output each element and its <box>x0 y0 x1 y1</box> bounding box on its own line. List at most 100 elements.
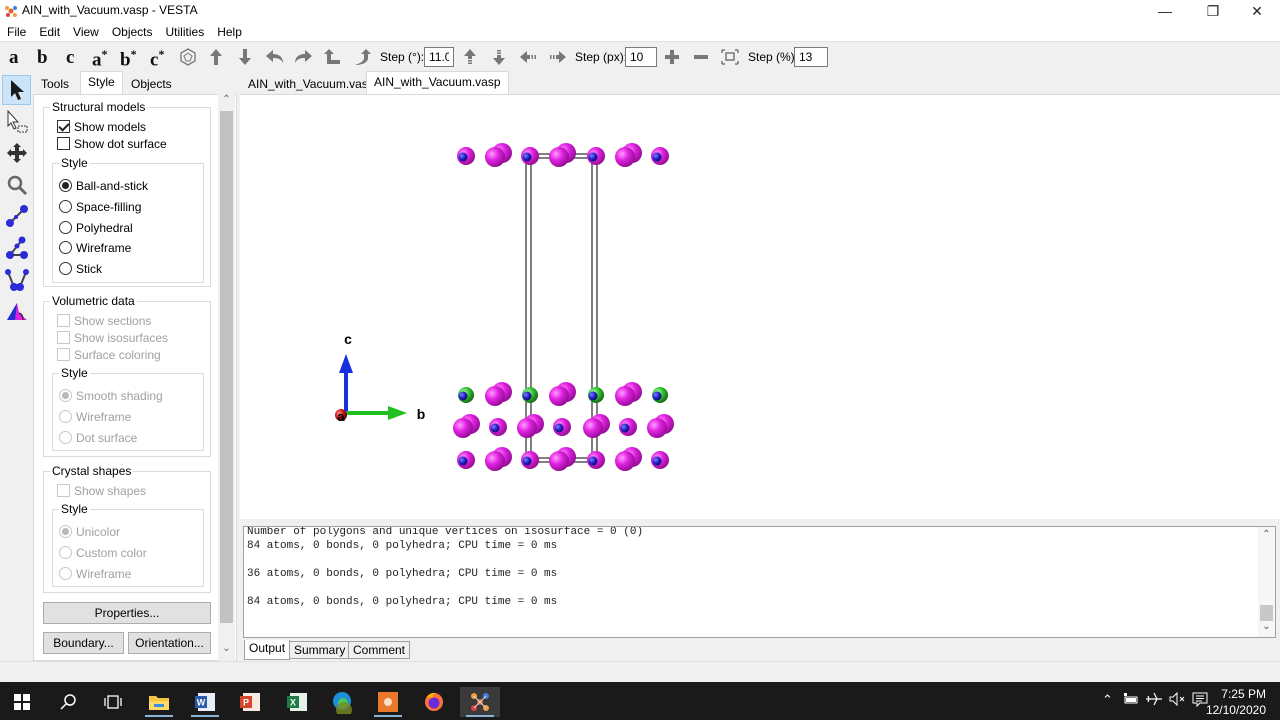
document-tab[interactable]: AIN_with_Vacuum.vasp <box>241 74 382 94</box>
radio-custom-color[interactable]: Custom color <box>59 544 147 561</box>
radio-smooth-shading[interactable]: Smooth shading <box>59 387 163 404</box>
n-atom <box>588 456 598 466</box>
minimize-button[interactable]: — <box>1142 0 1188 22</box>
zoom-in-icon[interactable] <box>661 47 683 67</box>
tab-summary[interactable]: Summary <box>289 641 351 659</box>
angle-tool[interactable] <box>2 233 31 263</box>
airplane-mode-icon[interactable] <box>1145 692 1163 709</box>
menu-objects[interactable]: Objects <box>105 25 159 39</box>
distance-tool[interactable] <box>2 201 31 231</box>
menu-help[interactable]: Help <box>210 25 248 39</box>
scroll-down-icon[interactable]: ⌄ <box>218 643 235 660</box>
style-panel-body: Structural models Show models Show dot s… <box>33 94 237 661</box>
scroll-up-icon[interactable]: ⌃ <box>218 94 235 111</box>
system-clock[interactable]: 7:25 PM 12/10/2020 <box>1206 686 1266 718</box>
magnifier-tool[interactable] <box>2 170 31 200</box>
move-left-icon[interactable] <box>518 47 540 67</box>
step-deg-input[interactable] <box>424 47 454 67</box>
show-sections-checkbox[interactable]: Show sections <box>57 312 151 329</box>
view-along-b-button[interactable]: b <box>37 47 48 69</box>
view-along-c-button[interactable]: c <box>66 47 74 69</box>
radio-wireframe[interactable]: Wireframe <box>59 239 131 256</box>
taskbar-edge[interactable] <box>322 687 362 717</box>
rotate-cw-icon[interactable] <box>351 47 373 67</box>
console-scrollbar[interactable]: ⌃ ⌄ <box>1258 527 1275 637</box>
radio-space-filling[interactable]: Space-filling <box>59 198 141 215</box>
radio-stick[interactable]: Stick <box>59 260 102 277</box>
volume-muted-icon[interactable] <box>1168 691 1186 709</box>
rotate-right-icon[interactable] <box>292 47 314 67</box>
tab-comment[interactable]: Comment <box>348 641 411 659</box>
radio-dot-surface[interactable]: Dot surface <box>59 429 137 446</box>
tab-style[interactable]: Style <box>80 71 123 95</box>
taskbar-file-explorer[interactable] <box>139 687 179 717</box>
show-models-checkbox[interactable]: Show models <box>57 118 146 135</box>
taskbar-vesta[interactable] <box>460 687 500 717</box>
scroll-up-icon[interactable]: ⌃ <box>1258 529 1275 540</box>
view-along-a-button[interactable]: a <box>9 47 19 69</box>
translate-tool[interactable] <box>2 138 31 168</box>
menu-utilities[interactable]: Utilities <box>159 25 211 39</box>
panel-scrollbar[interactable]: ⌃ ⌄ <box>218 94 235 661</box>
boundary-button[interactable]: Boundary... <box>43 632 124 654</box>
show-dot-surface-checkbox[interactable]: Show dot surface <box>57 135 167 152</box>
view-along-b-star-button[interactable]: b* <box>120 47 137 71</box>
start-button[interactable] <box>2 687 42 717</box>
output-console[interactable]: Number of polygons and unique vertices o… <box>243 526 1276 638</box>
document-tab-active[interactable]: AIN_with_Vacuum.vasp <box>366 71 509 94</box>
menu-file[interactable]: File <box>0 25 32 39</box>
select-tool[interactable] <box>2 75 31 105</box>
tab-output[interactable]: Output <box>244 640 291 660</box>
scroll-down-icon[interactable]: ⌄ <box>1258 621 1275 632</box>
lattice-plane-tool[interactable] <box>2 297 31 327</box>
crystal-structure-canvas[interactable]: a c b <box>240 95 1280 520</box>
move-down-icon[interactable] <box>488 47 510 67</box>
taskbar-excel[interactable]: X <box>277 687 317 717</box>
taskbar-powerpoint[interactable]: P <box>230 687 270 717</box>
orientation-button[interactable]: Orientation... <box>128 632 211 654</box>
rotate-down-icon[interactable] <box>234 47 256 67</box>
move-up-icon[interactable] <box>459 47 481 67</box>
taskbar-firefox[interactable] <box>414 687 454 717</box>
show-shapes-checkbox[interactable]: Show shapes <box>57 482 146 499</box>
console-scroll-thumb[interactable] <box>1260 605 1273 621</box>
battery-icon[interactable] <box>1123 692 1139 709</box>
tab-objects[interactable]: Objects <box>124 74 179 95</box>
fit-to-screen-icon[interactable] <box>719 47 741 67</box>
n-atom <box>588 391 598 401</box>
radio-polyhedral[interactable]: Polyhedral <box>59 219 133 236</box>
al-atom <box>615 147 635 167</box>
structure-viewer[interactable]: a c b <box>240 94 1280 519</box>
properties-button[interactable]: Properties... <box>43 602 211 624</box>
radio-crystal-wireframe[interactable]: Wireframe <box>59 565 131 582</box>
task-view-button[interactable] <box>93 687 133 717</box>
show-isosurfaces-checkbox[interactable]: Show isosurfaces <box>57 329 168 346</box>
move-right-icon[interactable] <box>546 47 568 67</box>
step-pct-input[interactable] <box>794 47 828 67</box>
surface-coloring-checkbox[interactable]: Surface coloring <box>57 346 161 363</box>
menu-edit[interactable]: Edit <box>32 25 66 39</box>
rotate-up-icon[interactable] <box>205 47 227 67</box>
menu-view[interactable]: View <box>66 25 105 39</box>
radio-ball-and-stick[interactable]: Ball-and-stick <box>59 177 148 194</box>
view-along-a-star-button[interactable]: a* <box>92 47 108 71</box>
radio-unicolor[interactable]: Unicolor <box>59 523 120 540</box>
view-along-c-star-button[interactable]: c* <box>150 47 164 71</box>
rotate-left-icon[interactable] <box>264 47 286 67</box>
panel-scroll-thumb[interactable] <box>220 111 233 623</box>
select-rectangle-tool[interactable] <box>2 107 31 137</box>
taskbar-orange-app[interactable] <box>368 687 408 717</box>
step-px-input[interactable] <box>625 47 657 67</box>
folder-icon <box>149 696 169 710</box>
close-button[interactable]: ✕ <box>1234 0 1280 22</box>
zoom-out-icon[interactable] <box>690 47 712 67</box>
polyhedron-view-icon[interactable] <box>177 47 199 67</box>
radio-vol-wireframe[interactable]: Wireframe <box>59 408 131 425</box>
show-hidden-icons-button[interactable]: ⌃ <box>1102 692 1113 708</box>
dihedral-tool[interactable] <box>2 265 31 295</box>
restore-button[interactable]: ❐ <box>1190 0 1236 22</box>
rotate-ccw-icon[interactable] <box>322 47 344 67</box>
search-button[interactable] <box>48 687 88 717</box>
tab-tools[interactable]: Tools <box>34 74 76 95</box>
taskbar-word[interactable]: W <box>185 687 225 717</box>
